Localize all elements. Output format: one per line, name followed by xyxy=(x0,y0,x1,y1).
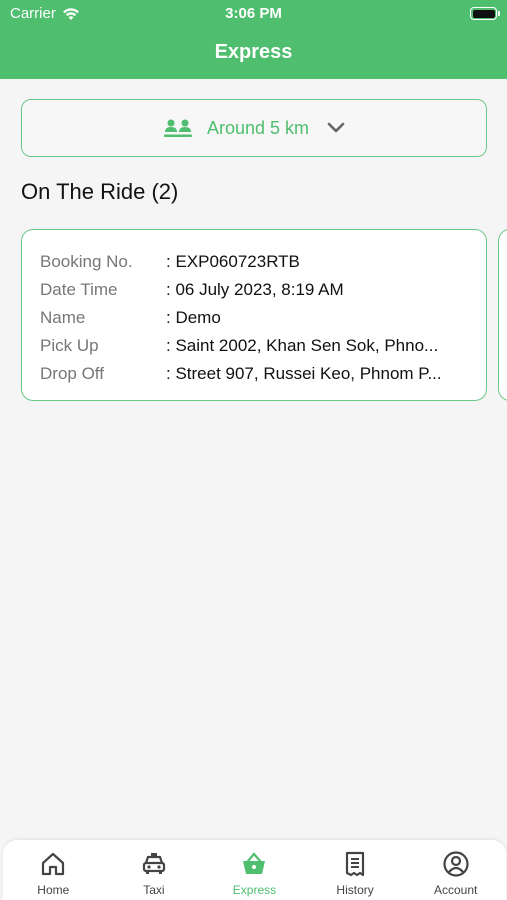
section-title: On The Ride (2) xyxy=(21,179,179,204)
tab-account[interactable]: Account xyxy=(405,840,506,900)
date-time-row: Date Time : 06 July 2023, 8:19 AM xyxy=(40,276,468,304)
date-time-label: Date Time xyxy=(40,280,118,299)
taxi-icon xyxy=(142,853,165,874)
drop-off-row: Drop Off : Street 907, Russei Keo, Phnom… xyxy=(40,360,468,388)
tab-express-label: Express xyxy=(232,883,277,897)
booking-no-row: Booking No. : EXP060723RTB xyxy=(40,248,468,276)
next-ride-card[interactable] xyxy=(498,229,507,401)
pick-up-value: : Saint 2002, Khan Sen Sok, Phno... xyxy=(166,336,439,355)
tab-express[interactable]: Express xyxy=(204,840,305,900)
basket-icon xyxy=(243,852,266,874)
tab-bar: Home Taxi Express History Account xyxy=(3,840,506,900)
ride-card[interactable]: Booking No. : EXP060723RTB Date Time : 0… xyxy=(21,229,487,401)
page-title: Express xyxy=(214,41,293,63)
name-value: : Demo xyxy=(166,308,221,327)
status-time: 3:06 PM xyxy=(225,5,282,22)
tab-history[interactable]: History xyxy=(305,840,406,900)
chevron-down-icon xyxy=(327,122,345,133)
booking-no-label: Booking No. xyxy=(40,252,133,271)
pick-up-row: Pick Up : Saint 2002, Khan Sen Sok, Phno… xyxy=(40,332,468,360)
status-bar: Carrier 3:06 PM xyxy=(0,0,507,28)
tab-taxi-label: Taxi xyxy=(143,883,165,897)
distance-label: Around 5 km xyxy=(206,117,310,138)
account-icon xyxy=(443,851,469,877)
battery-icon xyxy=(470,7,500,20)
tab-history-label: History xyxy=(336,883,374,897)
name-label: Name xyxy=(40,308,86,327)
drop-off-label: Drop Off xyxy=(40,364,104,383)
drop-off-value: : Street 907, Russei Keo, Phnom P... xyxy=(166,364,442,383)
home-icon xyxy=(42,852,65,876)
tab-account-label: Account xyxy=(433,883,478,897)
receipt-icon xyxy=(345,851,365,877)
date-time-value: : 06 July 2023, 8:19 AM xyxy=(166,280,344,299)
tab-taxi[interactable]: Taxi xyxy=(104,840,205,900)
tab-home[interactable]: Home xyxy=(3,840,104,900)
distance-dropdown[interactable]: Around 5 km xyxy=(21,99,487,157)
pick-up-label: Pick Up xyxy=(40,336,99,355)
people-icon xyxy=(163,119,192,137)
name-row: Name : Demo xyxy=(40,304,468,332)
app-header: Carrier 3:06 PM Express xyxy=(0,0,507,79)
tab-home-label: Home xyxy=(37,883,70,897)
booking-no-value: : EXP060723RTB xyxy=(166,252,300,271)
